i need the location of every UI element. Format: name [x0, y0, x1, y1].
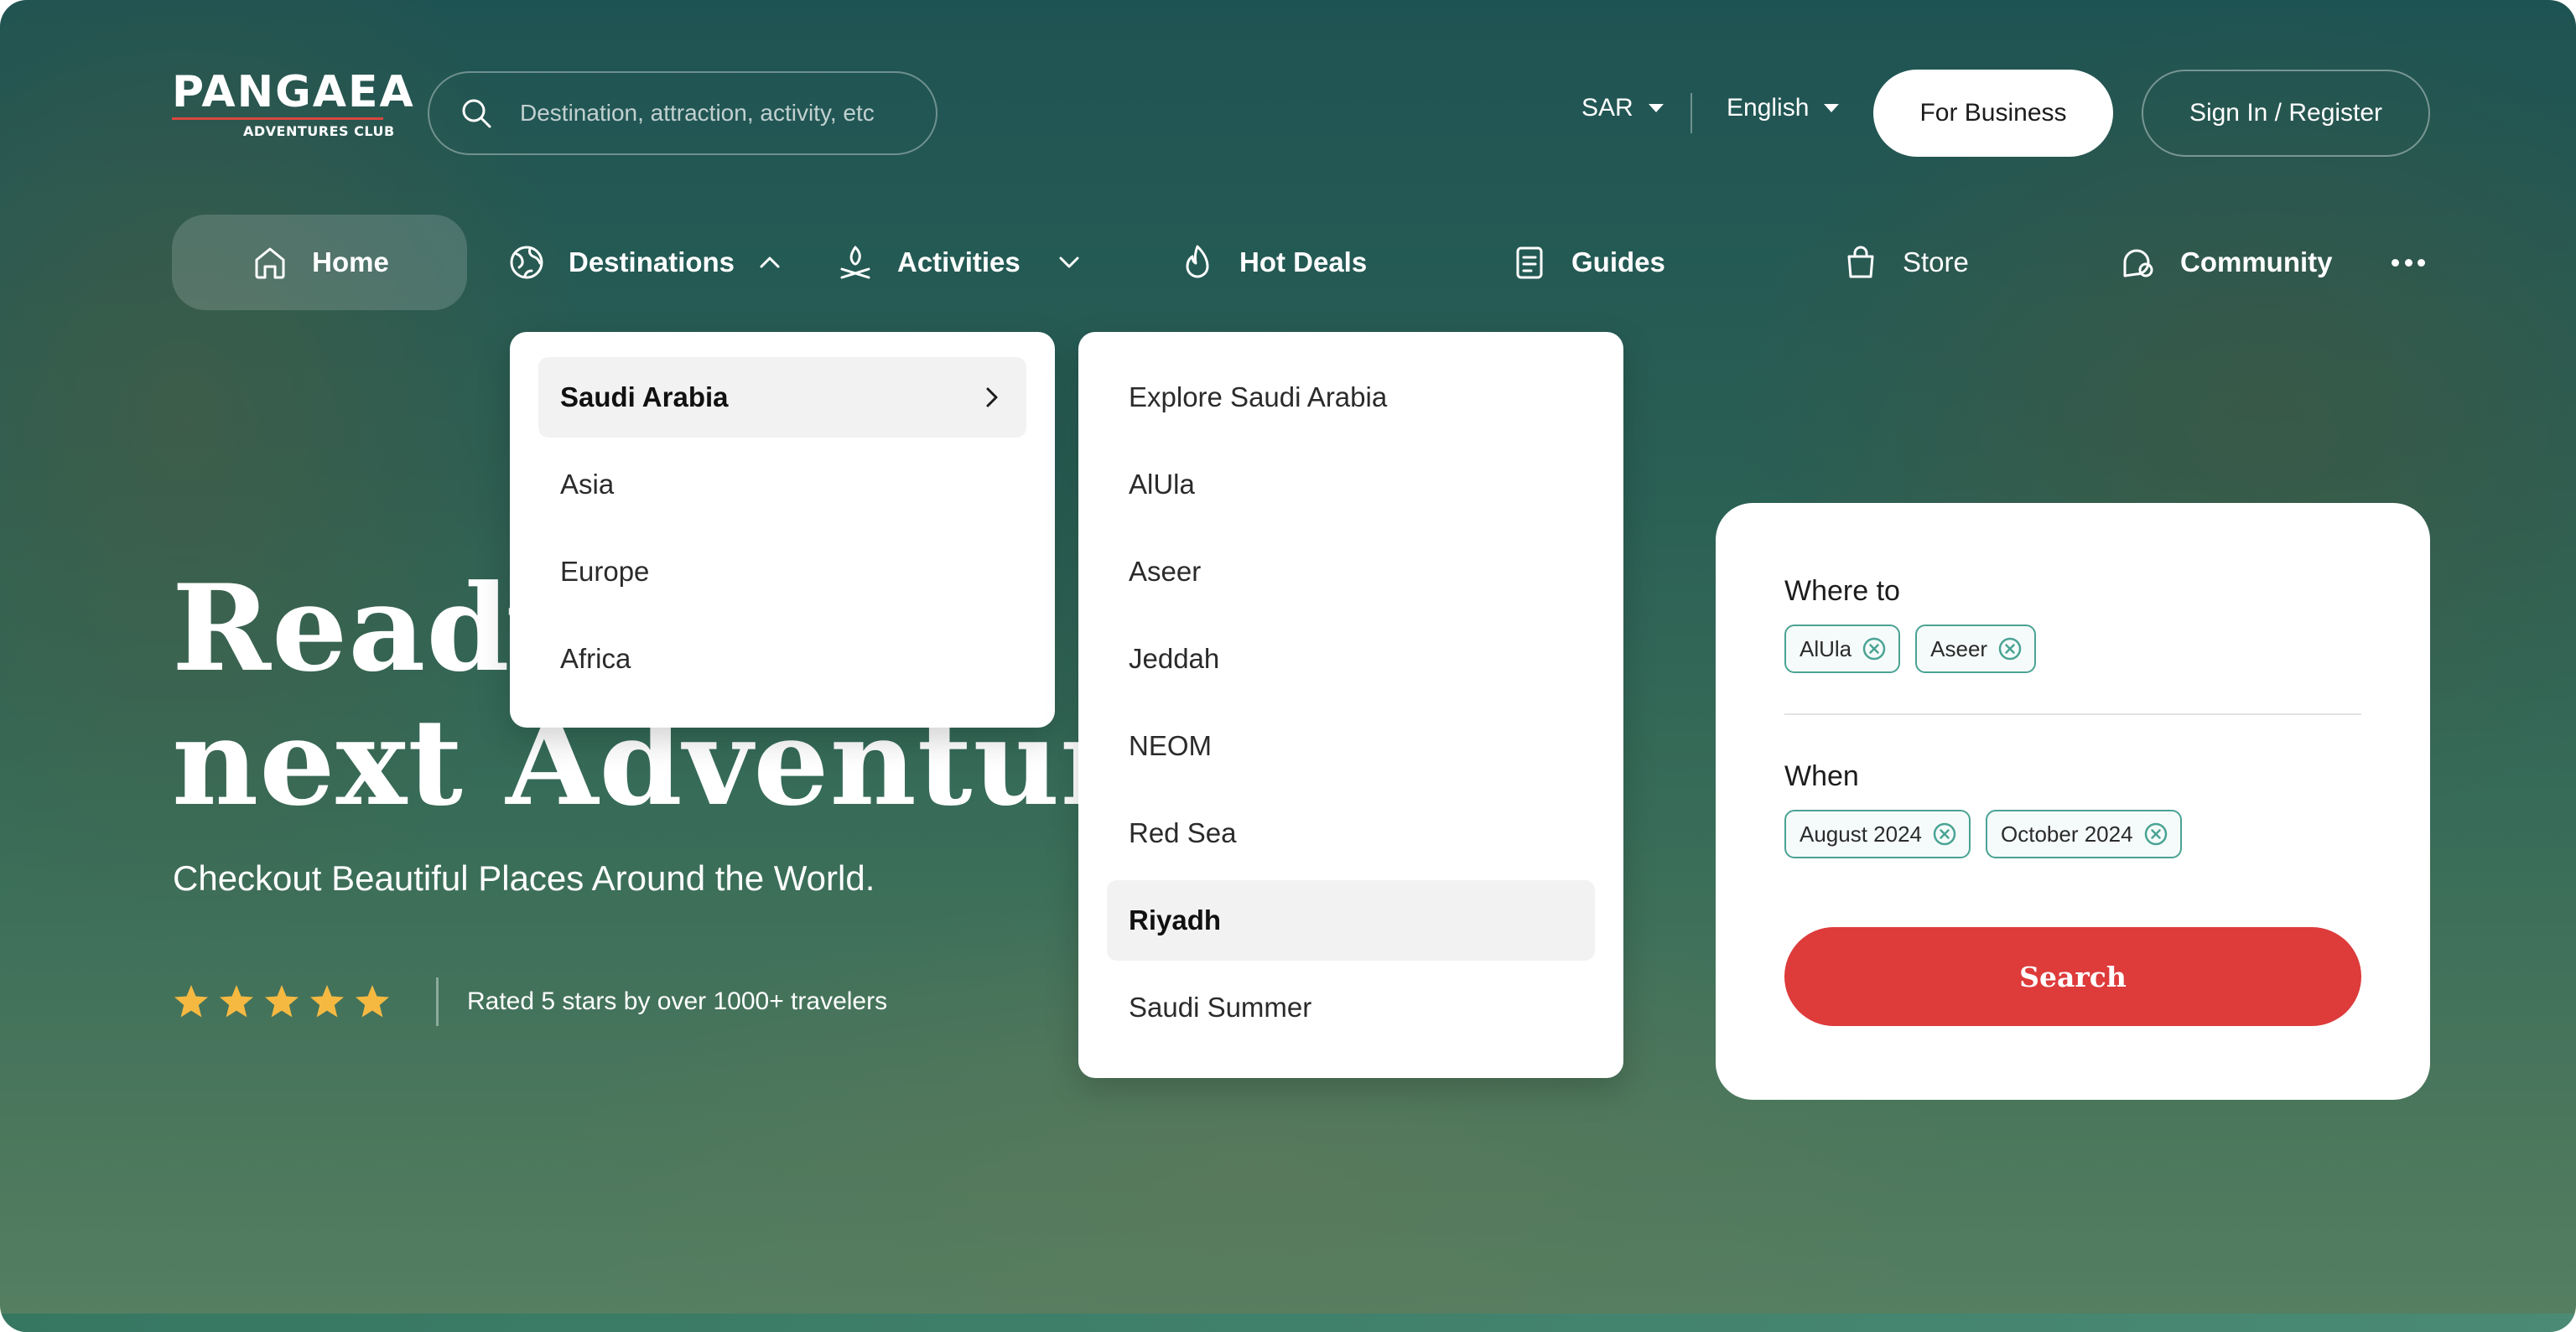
chip-label: Aseer	[1930, 635, 1988, 661]
rating-divider	[436, 977, 439, 1026]
hero-subtitle: Checkout Beautiful Places Around the Wor…	[173, 858, 875, 898]
region-item-saudi-arabia[interactable]: Saudi Arabia	[538, 357, 1026, 438]
dot	[2404, 258, 2412, 267]
remove-chip-icon[interactable]	[1932, 821, 1957, 847]
pangaea-logo[interactable]: PANGAEA ADVENTURES CLUB	[172, 69, 415, 139]
nav-activities-label: Activities	[897, 246, 1021, 277]
where-chip[interactable]: AlUla	[1784, 625, 1901, 673]
card-divider	[1784, 713, 2361, 715]
nav-guides[interactable]: Guides	[1509, 215, 1665, 310]
region-item-europe[interactable]: Europe	[538, 531, 1026, 612]
logo-underline	[172, 117, 383, 120]
home-icon	[255, 247, 285, 279]
chip-label: October 2024	[2001, 821, 2133, 847]
logo-brand-text: PANGAEA	[172, 67, 415, 117]
for-business-button[interactable]: For Business	[1873, 70, 2113, 157]
header-divider	[1690, 93, 1692, 133]
place-item-saudi-summer[interactable]: Saudi Summer	[1107, 967, 1595, 1048]
rating-text: Rated 5 stars by over 1000+ travelers	[467, 987, 888, 1015]
star-icon	[220, 985, 253, 1018]
place-item-riyadh[interactable]: Riyadh	[1107, 880, 1595, 961]
search-icon	[462, 99, 491, 128]
where-to-label: Where to	[1784, 575, 1900, 607]
star-icon	[174, 985, 208, 1018]
nav-home[interactable]: Home	[172, 215, 467, 310]
nav-destinations-label: Destinations	[569, 246, 735, 277]
nav-hot-deals-label: Hot Deals	[1239, 246, 1368, 277]
logo-subtext: ADVENTURES CLUB	[243, 123, 395, 139]
place-item-jeddah[interactable]: Jeddah	[1107, 619, 1595, 699]
search-input[interactable]	[520, 100, 906, 127]
nav-activities[interactable]: Activities	[835, 215, 1083, 310]
nav-store-label: Store	[1903, 246, 1969, 277]
remove-chip-icon[interactable]	[1997, 636, 2023, 661]
dot	[2418, 258, 2425, 267]
sign-in-register-button[interactable]: Sign In / Register	[2142, 70, 2430, 157]
flame-icon	[1186, 245, 1209, 278]
rating-stars	[173, 983, 391, 1020]
star-icon	[265, 985, 299, 1018]
star-icon	[310, 985, 344, 1018]
destinations-region-menu: Saudi Arabia Asia Europe Africa	[510, 332, 1055, 728]
nav-store[interactable]: Store	[1841, 215, 1969, 310]
currency-select[interactable]: SAR	[1581, 94, 1664, 122]
nav-hot-deals[interactable]: Hot Deals	[1177, 215, 1367, 310]
chevron-up-icon	[760, 257, 780, 268]
language-select[interactable]: English	[1727, 94, 1840, 122]
nav-home-label: Home	[312, 246, 389, 277]
star-icon	[356, 985, 389, 1018]
nav-destinations[interactable]: Destinations	[506, 215, 783, 310]
place-item-red-sea[interactable]: Red Sea	[1107, 793, 1595, 873]
where-chip[interactable]: Aseer	[1915, 625, 2037, 673]
when-chip[interactable]: August 2024	[1784, 810, 1971, 858]
place-item-explore-saudi-arabia[interactable]: Explore Saudi Arabia	[1107, 357, 1595, 438]
globe-icon	[510, 246, 543, 279]
nav-community[interactable]: Community	[2118, 215, 2333, 310]
where-chips: AlUla Aseer	[1784, 625, 2361, 673]
region-item-africa[interactable]: Africa	[538, 619, 1026, 699]
dot	[2392, 258, 2399, 267]
trip-search-card: Where to AlUla Aseer When August 2024 Oc…	[1716, 503, 2430, 1100]
rating-row: Rated 5 stars by over 1000+ travelers	[173, 977, 887, 1026]
chevron-down-icon	[1059, 257, 1079, 268]
nav-guides-label: Guides	[1571, 246, 1665, 277]
chevron-down-icon	[1824, 104, 1840, 112]
region-item-asia[interactable]: Asia	[538, 444, 1026, 525]
currency-label: SAR	[1581, 94, 1633, 122]
header-search[interactable]	[428, 71, 937, 155]
place-item-aseer[interactable]: Aseer	[1107, 531, 1595, 612]
remove-chip-icon[interactable]	[1862, 636, 1887, 661]
guide-book-icon	[1516, 246, 1543, 279]
remove-chip-icon[interactable]	[2143, 821, 2168, 847]
when-chip[interactable]: October 2024	[1986, 810, 2182, 858]
saudi-destinations-menu: Explore Saudi Arabia AlUla Aseer Jeddah …	[1078, 332, 1623, 1078]
campfire-icon	[840, 246, 870, 279]
hero-bottom-accent	[0, 1314, 2576, 1332]
chevron-down-icon	[1648, 104, 1664, 112]
place-item-alula[interactable]: AlUla	[1107, 444, 1595, 525]
nav-community-label: Community	[2180, 246, 2333, 277]
chip-label: AlUla	[1800, 635, 1852, 661]
region-label: Saudi Arabia	[560, 381, 729, 412]
when-chips: August 2024 October 2024	[1784, 810, 2361, 858]
chevron-right-icon	[986, 387, 998, 407]
shopping-bag-icon	[1847, 246, 1874, 278]
when-label: When	[1784, 760, 1859, 792]
place-item-neom[interactable]: NEOM	[1107, 706, 1595, 786]
chat-bubble-icon	[2123, 249, 2153, 277]
chip-label: August 2024	[1800, 821, 1923, 847]
more-dots-icon[interactable]	[2392, 248, 2425, 277]
search-button[interactable]: Search	[1784, 927, 2361, 1026]
language-label: English	[1727, 94, 1810, 122]
